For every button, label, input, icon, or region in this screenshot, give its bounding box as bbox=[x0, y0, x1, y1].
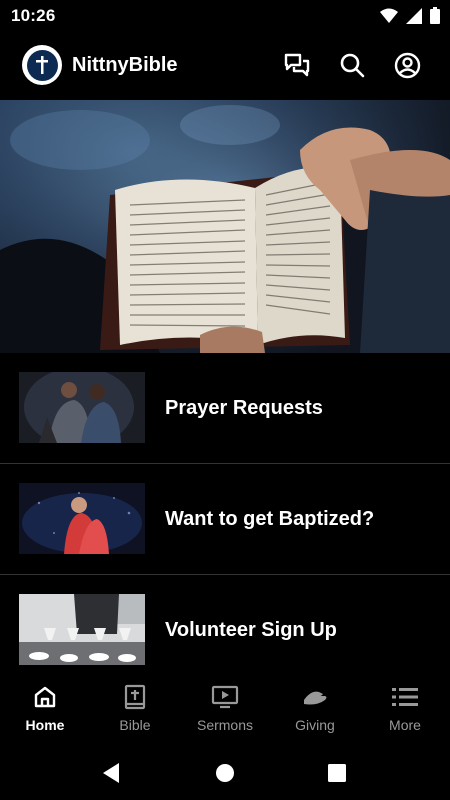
nav-home-label: Home bbox=[25, 717, 65, 733]
status-bar: 10:26 bbox=[0, 0, 450, 32]
recents-button[interactable] bbox=[325, 761, 349, 785]
wifi-icon bbox=[380, 8, 398, 23]
search-icon bbox=[340, 53, 365, 78]
cross-icon bbox=[36, 56, 48, 74]
app-title: NittnyBible bbox=[72, 54, 178, 76]
app-logo bbox=[22, 45, 62, 85]
battery-icon bbox=[430, 7, 440, 24]
sermons-icon bbox=[211, 683, 239, 711]
home-icon bbox=[31, 683, 59, 711]
bible-icon bbox=[121, 683, 149, 711]
home-circle-icon bbox=[216, 764, 234, 782]
system-navigation-bar bbox=[0, 743, 450, 800]
chat-icon bbox=[284, 53, 310, 77]
app-bar: NittnyBible bbox=[0, 32, 450, 100]
search-button[interactable] bbox=[337, 50, 367, 80]
nav-sermons[interactable]: Sermons bbox=[180, 673, 270, 743]
status-icons bbox=[380, 7, 440, 24]
nav-bible-label: Bible bbox=[119, 717, 151, 733]
signal-icon bbox=[406, 7, 422, 24]
baptized-thumbnail bbox=[19, 483, 145, 554]
bottom-navigation: Home Bible Sermons Giving More bbox=[0, 673, 450, 743]
list-item-baptized[interactable]: Want to get Baptized? bbox=[0, 464, 450, 575]
list-item-volunteer[interactable]: Volunteer Sign Up bbox=[0, 575, 450, 685]
nav-bible[interactable]: Bible bbox=[90, 673, 180, 743]
prayer-requests-thumbnail bbox=[19, 372, 145, 443]
prayer-requests-label: Prayer Requests bbox=[165, 397, 323, 419]
list-item-prayer-requests[interactable]: Prayer Requests bbox=[0, 353, 450, 464]
menu-icon bbox=[391, 683, 419, 711]
messages-button[interactable] bbox=[282, 50, 312, 80]
baptized-label: Want to get Baptized? bbox=[165, 508, 375, 530]
status-time: 10:26 bbox=[11, 6, 56, 25]
back-icon bbox=[103, 763, 119, 783]
back-button[interactable] bbox=[99, 761, 123, 785]
nav-more[interactable]: More bbox=[360, 673, 450, 743]
account-button[interactable] bbox=[392, 50, 422, 80]
volunteer-label: Volunteer Sign Up bbox=[165, 619, 337, 641]
home-system-button[interactable] bbox=[213, 761, 237, 785]
recents-icon bbox=[328, 764, 346, 782]
giving-icon bbox=[301, 683, 329, 711]
nav-home[interactable]: Home bbox=[0, 673, 90, 743]
volunteer-thumbnail bbox=[19, 594, 145, 665]
feature-list: Prayer Requests Want to get Baptized? Vo… bbox=[0, 353, 450, 685]
nav-more-label: More bbox=[389, 717, 421, 733]
open-bible-photo bbox=[0, 100, 450, 353]
account-icon bbox=[394, 52, 420, 78]
nav-giving[interactable]: Giving bbox=[270, 673, 360, 743]
nav-sermons-label: Sermons bbox=[196, 717, 254, 733]
nav-giving-label: Giving bbox=[295, 717, 335, 733]
hero-image bbox=[0, 100, 450, 353]
